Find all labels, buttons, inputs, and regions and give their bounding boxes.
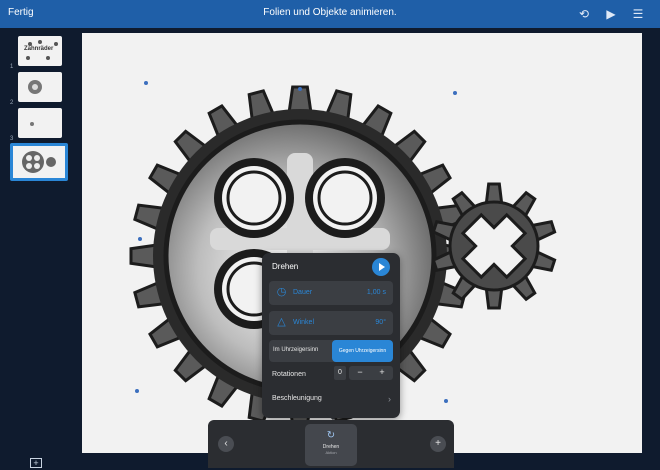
rotations-stepper: − + xyxy=(349,366,393,380)
add-slide-button[interactable]: + xyxy=(30,458,42,468)
direction-segmented-control: Im Uhrzeigersinn Gegen Uhrzeigersinn xyxy=(269,340,393,362)
direction-clockwise[interactable]: Im Uhrzeigersinn xyxy=(273,347,318,353)
slide-thumbnail-3[interactable] xyxy=(18,108,62,138)
rotations-label: Rotationen xyxy=(272,371,306,378)
chevron-right-icon[interactable]: › xyxy=(388,394,391,404)
slide-thumbnail-graphic xyxy=(28,80,42,94)
duration-field[interactable]: ◷ Dauer 1,00 s xyxy=(269,281,393,305)
list-icon[interactable]: ☰ xyxy=(630,6,646,22)
effect-type: Aktion xyxy=(325,450,337,455)
slide-number: 1 xyxy=(10,64,14,70)
animation-bottom-bar: ‹ ↻ Drehen Aktion + xyxy=(208,420,454,468)
animation-popover: Drehen ◷ Dauer 1,00 s △ Winkel 90° Im Uh… xyxy=(262,253,400,418)
effect-tile-drehen[interactable]: ↻ Drehen Aktion xyxy=(305,424,357,466)
acceleration-row[interactable]: Beschleunigung xyxy=(272,395,322,402)
slide-thumbnail-graphic xyxy=(30,122,34,126)
angle-label: Winkel xyxy=(293,319,315,326)
slide-thumbnail-4-selected[interactable] xyxy=(10,143,68,181)
top-toolbar: Fertig Folien und Objekte animieren. ⟲ ▶… xyxy=(0,0,660,28)
angle-icon: △ xyxy=(277,316,286,328)
play-icon[interactable]: ▶ xyxy=(603,6,619,22)
slide-number: 3 xyxy=(10,136,14,142)
rotate-icon: ↻ xyxy=(326,430,336,441)
duration-value: 1,00 s xyxy=(366,289,386,296)
angle-field[interactable]: △ Winkel 90° xyxy=(269,311,393,335)
popover-title: Drehen xyxy=(272,262,299,271)
duration-label: Dauer xyxy=(293,289,313,296)
chevron-left-icon[interactable]: ‹ xyxy=(218,436,234,452)
add-effect-button[interactable]: + xyxy=(430,436,446,452)
rotations-plus-button[interactable]: + xyxy=(371,367,393,377)
plus-square-icon: + xyxy=(33,458,39,468)
slide-thumbnail-graphic xyxy=(26,40,58,60)
timer-icon: ◷ xyxy=(276,286,287,298)
slide-thumbnail-graphic xyxy=(22,151,56,173)
toolbar-title: Folien und Objekte animieren. xyxy=(263,7,397,18)
slide-number: 2 xyxy=(10,100,14,106)
angle-value: 90° xyxy=(375,319,386,326)
preview-play-button[interactable] xyxy=(372,258,390,276)
rotations-minus-button[interactable]: − xyxy=(349,367,371,377)
history-icon[interactable]: ⟲ xyxy=(576,6,592,22)
slide-thumbnail-2[interactable] xyxy=(18,72,62,102)
rotations-value[interactable]: 0 xyxy=(334,366,346,380)
slide-thumbnail-1[interactable]: Zahnräder xyxy=(18,36,62,66)
direction-counterclockwise[interactable]: Gegen Uhrzeigersinn xyxy=(332,340,393,362)
